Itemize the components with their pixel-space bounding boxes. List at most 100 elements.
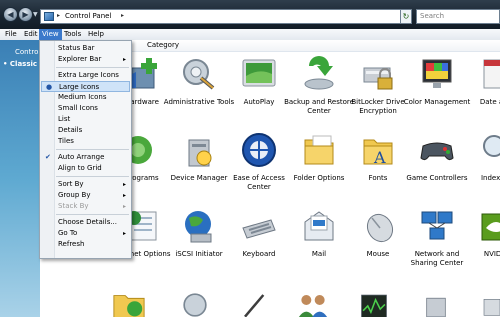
refresh-icon: ↻ (402, 12, 410, 21)
menu-item-label: Sort By (58, 180, 84, 188)
menu-item-small-icons[interactable]: Small Icons (41, 103, 130, 114)
item-label: Indexing (480, 174, 500, 182)
folder-options-icon (304, 135, 334, 165)
menu-item-status-bar[interactable]: Status Bar (41, 43, 130, 54)
menu-item-label: Explorer Bar (58, 55, 102, 63)
menu-item-label: Details (58, 126, 83, 134)
submenu-arrow-icon: ▸ (122, 230, 126, 237)
menu-item-label: Medium Icons (58, 93, 107, 101)
menu-separator (56, 149, 129, 150)
network-icon (421, 211, 453, 240)
menu-item-label: Auto Arrange (58, 153, 105, 161)
item-label: Date and (479, 98, 500, 106)
breadcrumb-separator-icon[interactable]: ▸ (57, 12, 60, 19)
menu-item-label: Go To (58, 229, 78, 237)
menu-item-align-to-grid[interactable]: Align to Grid (41, 163, 130, 174)
color-management-icon (422, 59, 452, 88)
breadcrumb-separator-icon[interactable]: ▸ (121, 12, 124, 19)
game-controllers-icon (420, 142, 454, 161)
submenu-arrow-icon: ▸ (122, 203, 126, 210)
menu-tools[interactable]: Tools (61, 29, 84, 40)
mail-icon (304, 211, 334, 241)
menu-view[interactable]: View (39, 29, 62, 40)
recent-pages-dropdown-icon[interactable]: ▼ (33, 11, 38, 18)
phone-modem-icon[interactable] (420, 292, 452, 317)
ease-of-access-icon (242, 133, 276, 167)
title-bar: ◀ ▶ ▼ ▸ Control Panel ▸ ▼ ↻ Search (0, 0, 500, 29)
svg-text:A: A (373, 148, 386, 167)
search-input[interactable]: Search (416, 9, 500, 24)
device-manager-icon (188, 139, 212, 167)
item-label: NVIDIA (483, 250, 500, 258)
forward-arrow-icon: ▶ (22, 10, 29, 19)
menu-help[interactable]: Help (85, 29, 107, 40)
item-indexing[interactable]: Indexing (460, 130, 500, 206)
gear-icon[interactable] (180, 290, 210, 317)
menu-item-label: Tiles (58, 137, 74, 145)
bitlocker-icon (363, 67, 393, 90)
performance-icon[interactable] (358, 292, 390, 317)
view-menu: Status Bar Explorer Bar ▸ Extra Large Ico… (39, 40, 132, 259)
menu-item-choose-details[interactable]: Choose Details... (41, 217, 130, 228)
task-pane-title: Control (15, 48, 41, 56)
keyboard-icon (242, 219, 276, 239)
submenu-arrow-icon: ▸ (122, 181, 126, 188)
breadcrumb-control-panel[interactable]: Control Panel (65, 12, 111, 20)
nvidia-icon (481, 213, 500, 241)
folder-icon[interactable] (112, 288, 146, 317)
menu-item-explorer-bar[interactable]: Explorer Bar ▸ (41, 54, 130, 65)
menu-item-refresh[interactable]: Refresh (41, 239, 130, 250)
menu-item-label: Stack By (58, 202, 89, 210)
date-time-icon (483, 59, 500, 89)
menu-item-tiles[interactable]: Tiles (41, 136, 130, 147)
menu-item-label: Refresh (58, 240, 85, 248)
task-pane: Control • Classic Vi (0, 40, 47, 317)
backup-icon (304, 56, 334, 90)
submenu-arrow-icon: ▸ (122, 56, 126, 63)
menu-item-label: Group By (58, 191, 91, 199)
menu-item-sort-by[interactable]: Sort By ▸ (41, 179, 130, 190)
menu-item-group-by[interactable]: Group By ▸ (41, 190, 130, 201)
menu-item-list[interactable]: List (41, 114, 130, 125)
menu-item-label: Status Bar (58, 44, 95, 52)
back-arrow-icon: ◀ (7, 10, 14, 19)
menu-item-label: List (58, 115, 71, 123)
control-panel-icon (44, 12, 54, 21)
power-icon[interactable] (480, 292, 500, 317)
iscsi-icon (185, 211, 212, 243)
menu-separator (56, 214, 129, 215)
bullet-icon: • (3, 60, 10, 68)
menu-separator (56, 67, 129, 68)
menu-item-extra-large-icons[interactable]: Extra Large Icons (41, 70, 130, 81)
menu-item-label: Small Icons (58, 104, 98, 112)
back-button[interactable]: ◀ (3, 7, 18, 22)
submenu-arrow-icon: ▸ (122, 192, 126, 199)
mouse-icon (366, 213, 394, 243)
item-nvidia[interactable]: NVIDIA (460, 206, 500, 282)
refresh-button[interactable]: ↻ (400, 9, 412, 24)
checkmark-icon: ✔ (45, 153, 51, 161)
menu-file[interactable]: File (2, 29, 20, 40)
column-category[interactable]: Category (147, 41, 179, 49)
item-date-time[interactable]: Date and (460, 54, 500, 130)
fonts-icon: A (363, 139, 393, 167)
users-icon[interactable] (295, 290, 331, 317)
menu-item-label: Choose Details... (58, 218, 118, 226)
menu-separator (56, 176, 129, 177)
menu-item-details[interactable]: Details (41, 125, 130, 136)
menu-edit[interactable]: Edit (21, 29, 41, 40)
menu-item-go-to[interactable]: Go To ▸ (41, 228, 130, 239)
address-bar[interactable]: ▸ Control Panel ▸ ▼ (40, 9, 412, 24)
menu-item-stack-by: Stack By ▸ (41, 201, 130, 212)
menu-item-label: Extra Large Icons (58, 71, 119, 79)
menu-item-auto-arrange[interactable]: ✔ Auto Arrange (41, 152, 130, 163)
menu-item-medium-icons[interactable]: Medium Icons (41, 92, 130, 103)
administrative-tools-icon (183, 59, 215, 90)
pen-icon[interactable] (240, 290, 270, 317)
search-placeholder: Search (420, 12, 445, 20)
menu-item-label: Align to Grid (58, 164, 102, 172)
indexing-icon (483, 135, 500, 157)
forward-button[interactable]: ▶ (18, 7, 33, 22)
menu-item-large-icons[interactable]: ● Large Icons (41, 81, 130, 92)
autoplay-icon (242, 59, 276, 87)
